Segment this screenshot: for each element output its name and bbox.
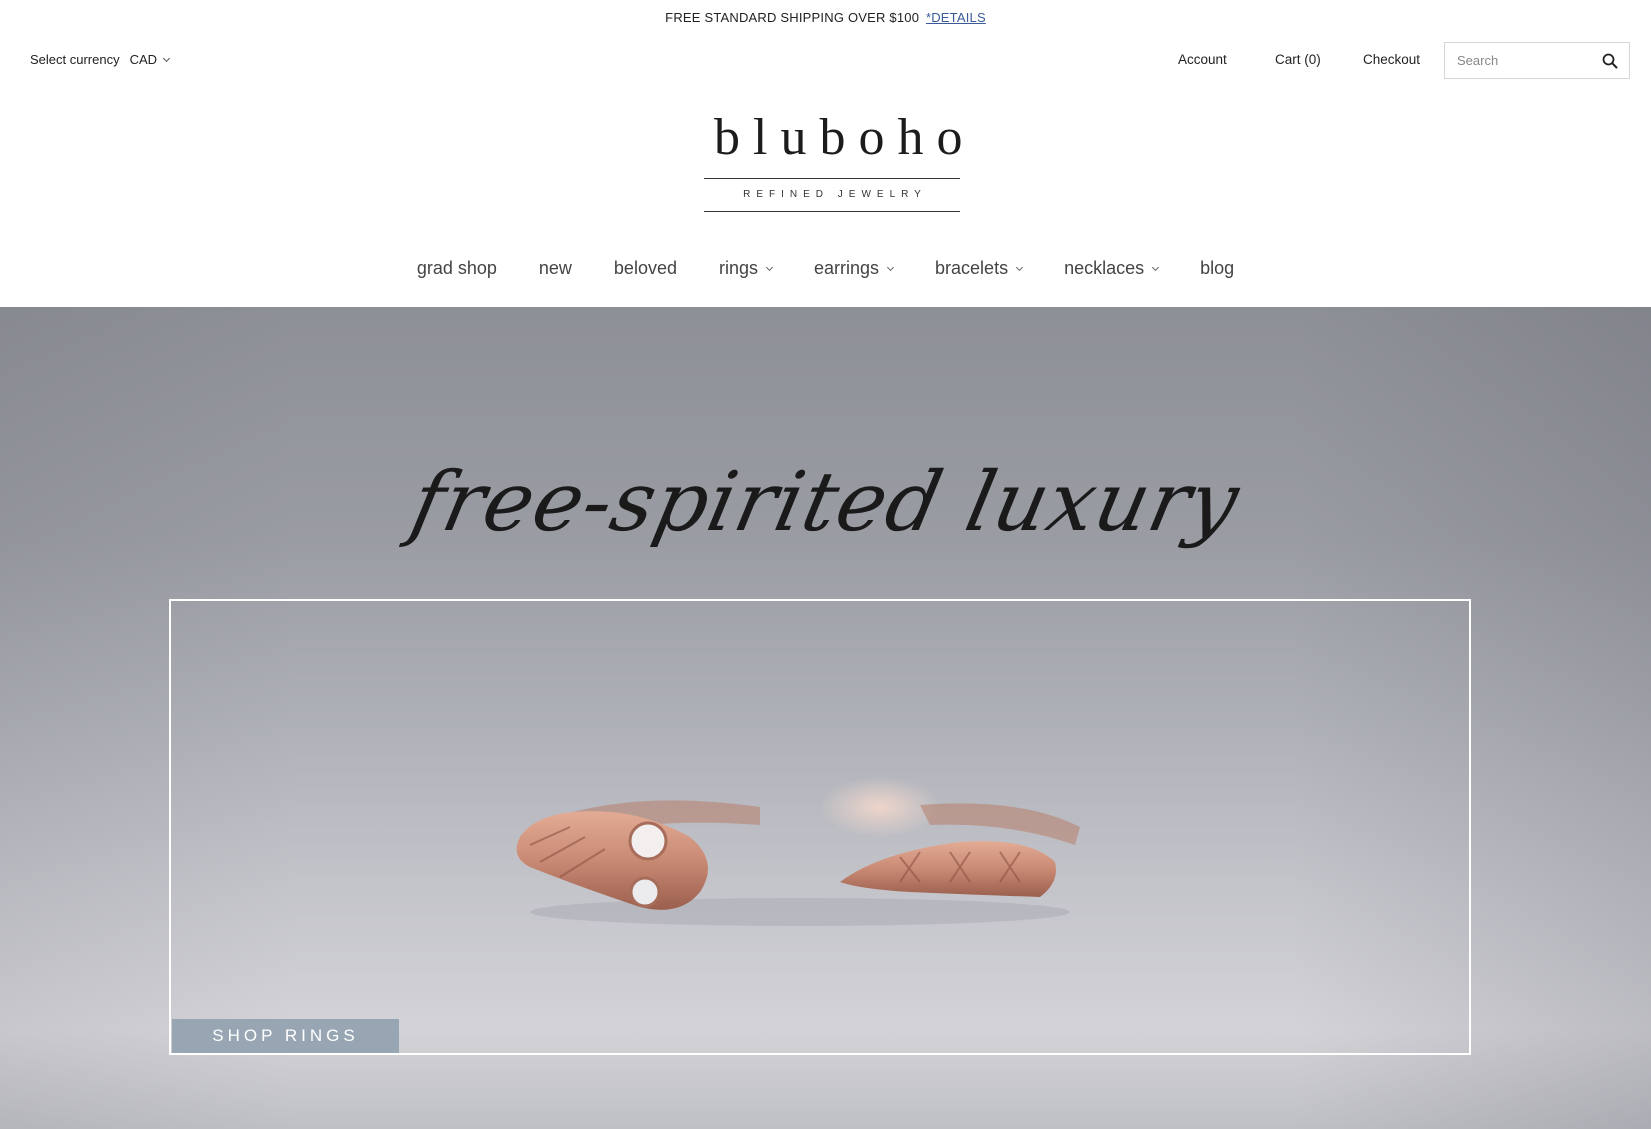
nav-label: earrings	[814, 258, 880, 278]
nav-label: rings	[718, 258, 758, 278]
currency-value: CAD	[129, 52, 158, 67]
chevron-down-icon	[163, 54, 171, 62]
currency-dropdown[interactable]: CAD	[129, 52, 171, 67]
nav-item-earrings[interactable]: earrings	[814, 258, 895, 279]
nav-label: beloved	[613, 258, 677, 278]
logo-tagline: REFINED JEWELRY	[743, 189, 927, 200]
nav-label: new	[538, 258, 572, 278]
hero-banner: free-spirited luxury SHOP RINGS	[0, 307, 1651, 1129]
chevron-down-icon	[765, 263, 774, 271]
nav-item-new[interactable]: new	[539, 258, 572, 279]
nav-label: bracelets	[935, 258, 1009, 278]
main-nav: grad shop new beloved rings earrings bra…	[0, 258, 1651, 279]
checkout-link[interactable]: Checkout	[1363, 52, 1420, 67]
announcement-text: FREE STANDARD SHIPPING OVER $100	[665, 10, 920, 25]
nav-label: necklaces	[1064, 258, 1145, 278]
page: FREE STANDARD SHIPPING OVER $100 *DETAIL…	[0, 0, 1651, 1129]
search-input[interactable]	[1457, 53, 1597, 68]
currency-label: Select currency	[30, 52, 120, 67]
logo-wordmark: bluboho	[714, 109, 976, 166]
nav-item-necklaces[interactable]: necklaces	[1064, 258, 1160, 279]
chevron-down-icon	[886, 263, 895, 271]
nav-item-bracelets[interactable]: bracelets	[935, 258, 1024, 279]
nav-item-beloved[interactable]: beloved	[614, 258, 677, 279]
shipping-details-link[interactable]: *DETAILS	[926, 10, 986, 25]
shop-rings-button[interactable]: SHOP RINGS	[172, 1019, 399, 1053]
site-logo[interactable]: bluboho REFINED JEWELRY	[704, 109, 976, 212]
nav-item-rings[interactable]: rings	[718, 258, 774, 279]
currency-selector: Select currency CAD	[30, 52, 171, 67]
hero-tagline: free-spirited luxury	[403, 455, 1248, 550]
nav-label: blog	[1200, 258, 1235, 278]
snake-ring-image	[516, 777, 1080, 926]
search-box	[1444, 42, 1630, 79]
nav-label: grad shop	[416, 258, 497, 278]
chevron-down-icon	[1016, 263, 1024, 271]
nav-item-grad-shop[interactable]: grad shop	[417, 258, 497, 279]
account-link[interactable]: Account	[1178, 52, 1227, 67]
nav-item-blog[interactable]: blog	[1200, 258, 1234, 279]
logo-divider	[704, 178, 960, 179]
chevron-down-icon	[1152, 263, 1160, 271]
search-icon[interactable]	[1602, 53, 1618, 69]
logo-divider	[704, 211, 960, 212]
announcement-bar: FREE STANDARD SHIPPING OVER $100 *DETAIL…	[0, 10, 1651, 25]
cart-link[interactable]: Cart (0)	[1275, 52, 1321, 67]
